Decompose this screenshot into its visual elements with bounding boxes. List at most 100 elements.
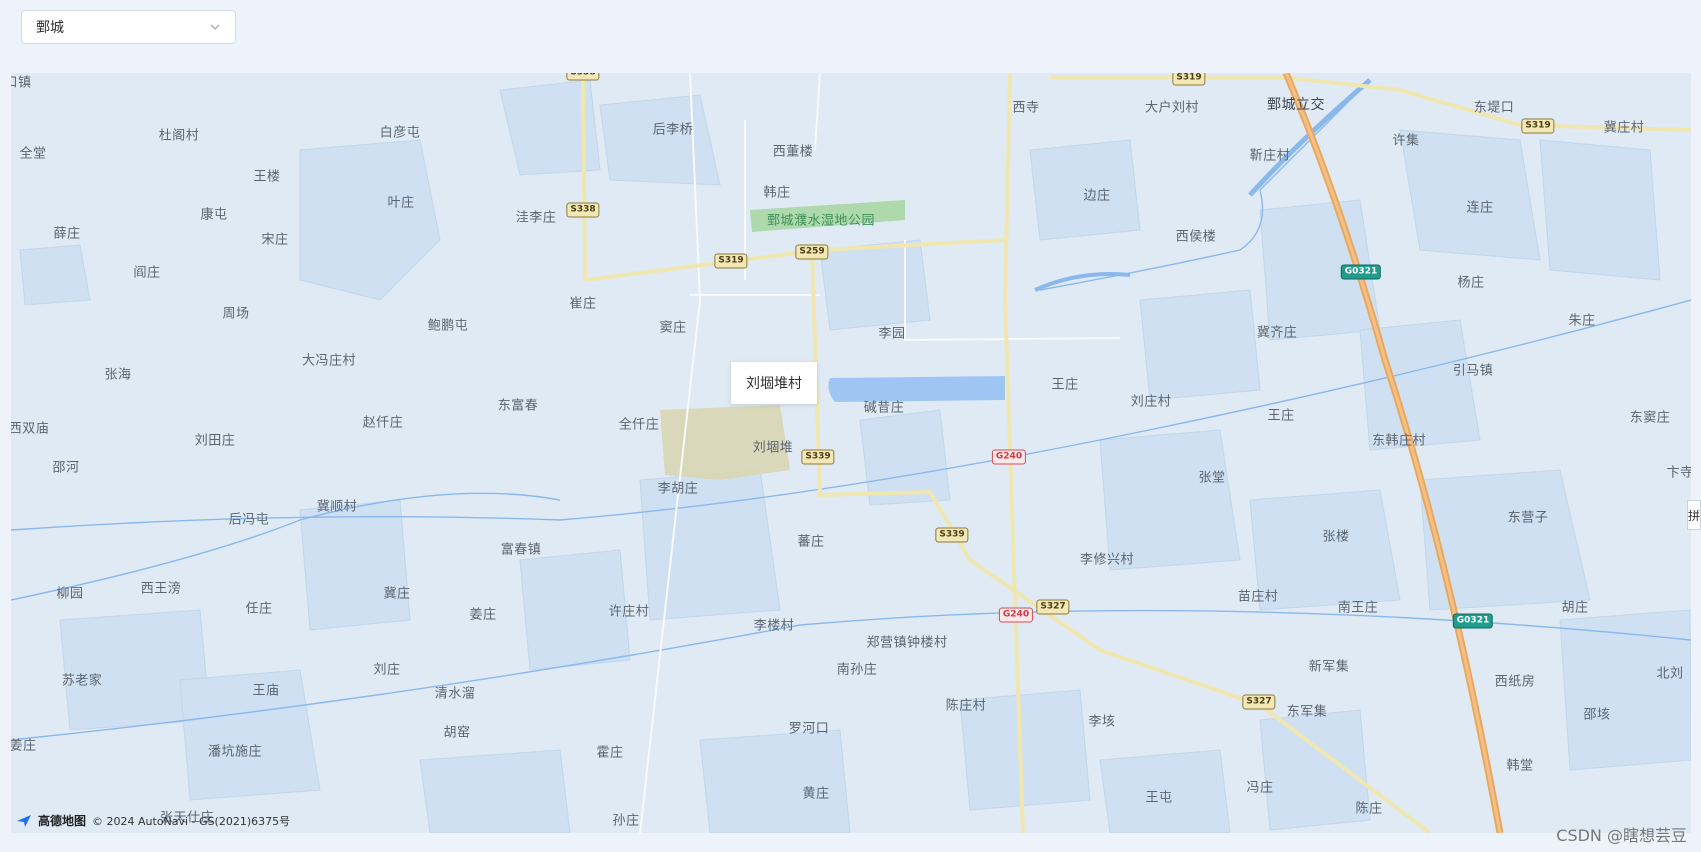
place-label: 郑营镇钟楼村	[866, 635, 948, 651]
place-label: 后李桥	[652, 122, 694, 138]
amap-logo-text: 高德地图	[38, 814, 87, 828]
place-label: 王楼	[253, 169, 281, 185]
amap-logo-icon	[17, 814, 31, 827]
road-shield: S339	[801, 449, 835, 465]
place-label: 宋庄	[261, 232, 289, 248]
place-label: 崔庄	[569, 296, 597, 312]
place-label: 鄄城立交	[1267, 97, 1325, 113]
place-label: 罗河口	[788, 721, 830, 737]
place-label: 东窦庄	[1629, 410, 1671, 426]
place-label: 蕃庄	[797, 534, 825, 550]
place-label: 潘坑施庄	[207, 744, 263, 760]
place-label: 柳园	[56, 586, 84, 602]
place-label: 北刘	[1656, 666, 1684, 682]
road-shield: S327	[1242, 694, 1276, 710]
popup-label: 刘堌堆村	[746, 376, 802, 392]
place-label: 东韩庄村	[1371, 433, 1427, 449]
place-label: 杨庄	[1457, 275, 1485, 291]
map-canvas[interactable]: 口镇杜阁村 白彦屯 后李桥西董楼 西寺 大户刘村 鄄城立交 东堤口冀庄村全堂王楼 许集靳庄村叶…	[11, 73, 1691, 833]
road-shield: S319	[714, 253, 748, 269]
place-label: 胡窑	[443, 725, 471, 741]
side-tool-button[interactable]: 拼	[1687, 500, 1701, 530]
place-label: 冀齐庄	[1256, 325, 1298, 341]
road-shield: S259	[795, 244, 829, 260]
place-label: 碱昔庄	[863, 400, 905, 416]
place-label: 杜阁村	[158, 128, 200, 144]
place-label: 姜庄	[11, 738, 37, 754]
place-label: 朱庄	[1568, 313, 1596, 329]
place-label: 西侯楼	[1175, 229, 1217, 245]
place-label: 孙庄	[612, 813, 640, 829]
road-shield: G240	[991, 449, 1027, 465]
place-label: 南孙庄	[836, 662, 878, 678]
place-label: 王屯	[1145, 790, 1173, 806]
road-shield: S338	[566, 73, 600, 81]
map-attribution: 高德地图 © 2024 AutoNavi - GS(2021)6375号	[16, 812, 290, 829]
place-label: 刘庄村	[1130, 394, 1172, 410]
place-label: 陈庄村	[945, 698, 987, 714]
place-label: 邵垓	[1583, 707, 1611, 723]
place-label: 韩庄	[763, 185, 791, 201]
place-label: 周场	[222, 306, 250, 322]
place-label: 李胡庄	[657, 481, 699, 497]
place-label: 李楼村	[753, 618, 795, 634]
place-label: 连庄	[1466, 200, 1494, 216]
place-label: 张堂	[1198, 470, 1226, 486]
place-label: 冀顺村	[316, 499, 358, 515]
place-label: 新军集	[1308, 659, 1350, 675]
place-label: 叶庄	[387, 195, 415, 211]
road-shield: S339	[935, 527, 969, 543]
place-label: 许庄村	[608, 604, 650, 620]
road-shield: G0321	[1340, 264, 1382, 280]
place-label: 鲍鹏屯	[427, 318, 469, 334]
place-label: 霍庄	[596, 745, 624, 761]
place-label: 口镇	[11, 75, 32, 91]
place-label: 李园	[878, 326, 906, 342]
place-label: 白彦屯	[379, 125, 421, 141]
place-label: 西王滂	[140, 581, 182, 597]
place-label: 西纸房	[1494, 674, 1536, 690]
park-label: 鄄城濮水湿地公园	[766, 213, 876, 229]
place-label: 张楼	[1322, 529, 1350, 545]
place-label: 刘堌堆	[752, 440, 794, 456]
place-label: 大冯庄村	[301, 353, 357, 369]
place-label: 西董楼	[772, 144, 814, 160]
place-label: 冀庄	[383, 586, 411, 602]
place-label: 赵仟庄	[362, 415, 404, 431]
place-label: 黄庄	[802, 786, 830, 802]
place-label: 后冯屯	[228, 512, 270, 528]
place-label: 许集	[1392, 133, 1420, 149]
place-label: 王庄	[1267, 408, 1295, 424]
place-label: 王庄	[1051, 377, 1079, 393]
road-shield: G0321	[1452, 613, 1494, 629]
place-label: 富春镇	[500, 542, 542, 558]
place-label: 卞寺	[1666, 465, 1691, 481]
place-label: 薛庄	[53, 226, 81, 242]
place-label: 李垓	[1088, 714, 1116, 730]
road-shield: S327	[1036, 599, 1070, 615]
place-label: 清水溜	[434, 686, 476, 702]
place-label: 任庄	[245, 601, 273, 617]
copyright-text: © 2024 AutoNavi - GS(2021)6375号	[92, 814, 291, 828]
place-label: 引马镇	[1452, 363, 1494, 379]
road-shield: G240	[998, 607, 1034, 623]
place-label: 大户刘村	[1144, 100, 1200, 116]
info-popup[interactable]: 刘堌堆村	[731, 362, 817, 404]
road-shield: S338	[566, 202, 600, 218]
place-label: 刘田庄	[194, 433, 236, 449]
place-label: 东堤口	[1473, 100, 1515, 116]
place-label: 韩堂	[1506, 758, 1534, 774]
place-label: 王庙	[252, 683, 280, 699]
place-label: 西寺	[1012, 100, 1040, 116]
place-label: 东营子	[1507, 510, 1549, 526]
chevron-down-icon	[210, 24, 220, 30]
place-label: 全仟庄	[618, 417, 660, 433]
place-label: 苏老家	[61, 673, 103, 689]
city-select[interactable]: 鄄城	[21, 10, 236, 44]
place-label: 南王庄	[1337, 600, 1379, 616]
place-label: 全堂	[19, 146, 47, 162]
place-label: 李修兴村	[1079, 552, 1135, 568]
place-label: 胡庄	[1561, 600, 1589, 616]
side-tool-label: 拼	[1688, 508, 1701, 523]
place-label: 姜庄	[469, 607, 497, 623]
